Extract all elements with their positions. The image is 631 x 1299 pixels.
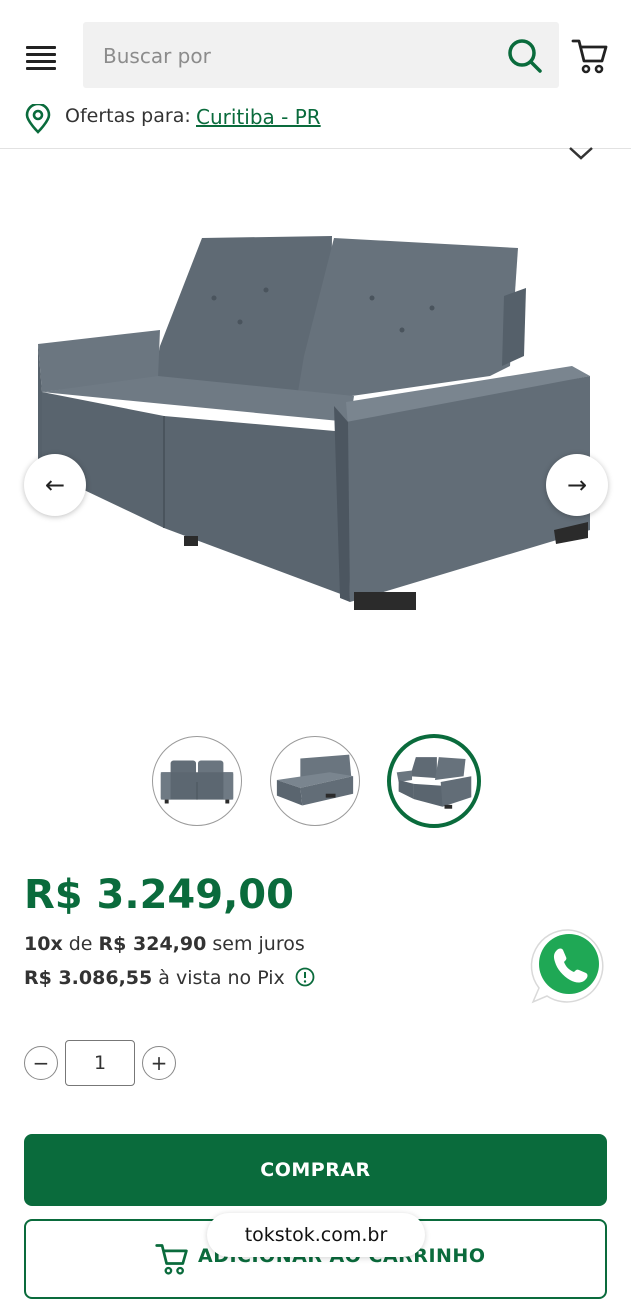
minus-icon: − [32, 1051, 50, 1075]
installment-count: 10x [24, 933, 63, 955]
city-link[interactable]: Curitiba - PR [196, 105, 321, 129]
plus-icon: + [150, 1051, 168, 1075]
whatsapp-icon[interactable] [529, 926, 609, 1006]
search-icon[interactable] [505, 36, 545, 76]
search-bar[interactable] [83, 22, 559, 90]
gallery-thumbnail-3[interactable] [387, 734, 481, 828]
installments-text: 10x de R$ 324,90 sem juros [24, 933, 305, 955]
location-pin-icon [25, 104, 51, 134]
installment-prefix: de [68, 933, 93, 955]
gallery-thumbnail-1[interactable] [152, 736, 242, 826]
info-icon[interactable] [295, 967, 315, 987]
menu-button[interactable] [24, 44, 58, 70]
pix-value: R$ 3.086,55 [24, 967, 153, 989]
pix-suffix: à vista no Pix [158, 967, 285, 989]
gallery-next-button[interactable]: → [546, 454, 608, 516]
quantity-input[interactable] [65, 1040, 135, 1086]
buy-button-label: COMPRAR [260, 1159, 371, 1181]
buy-button[interactable]: COMPRAR [24, 1134, 607, 1206]
pix-price-text: R$ 3.086,55 à vista no Pix [24, 967, 315, 989]
browser-url: tokstok.com.br [244, 1224, 388, 1246]
quantity-increase-button[interactable]: + [142, 1046, 176, 1080]
product-image [38, 236, 590, 610]
browser-url-pill[interactable]: tokstok.com.br [207, 1213, 425, 1257]
offers-label: Ofertas para: [65, 105, 191, 127]
cart-icon [155, 1244, 188, 1275]
product-price: R$ 3.249,00 [24, 872, 294, 918]
installment-value: R$ 324,90 [98, 933, 207, 955]
arrow-right-icon: → [566, 471, 588, 499]
gallery-prev-button[interactable]: ← [24, 454, 86, 516]
search-input[interactable] [101, 22, 485, 90]
arrow-left-icon: ← [44, 471, 66, 499]
cart-icon[interactable] [570, 36, 610, 76]
chevron-down-icon[interactable] [566, 144, 596, 164]
installment-suffix: sem juros [212, 933, 305, 955]
quantity-decrease-button[interactable]: − [24, 1046, 58, 1080]
gallery-thumbnail-2[interactable] [270, 736, 360, 826]
sofa-reclined-thumbnail [276, 754, 354, 806]
sofa-angle-thumbnail [396, 757, 472, 809]
header-divider [0, 148, 631, 149]
sofa-front-thumbnail [160, 760, 234, 804]
